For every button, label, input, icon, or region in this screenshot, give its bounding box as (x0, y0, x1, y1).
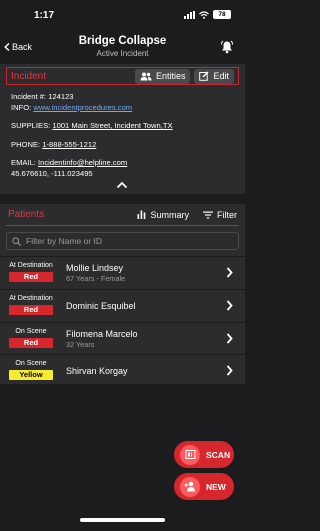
incident-details: Incident #: 124123 INFO: www.incidentpro… (0, 85, 245, 179)
incident-number-line: Incident #: 124123 (11, 92, 234, 103)
filter-icon (203, 211, 213, 218)
patient-detail: 67 Years - Female (66, 274, 126, 283)
email-label: EMAIL: (11, 158, 36, 167)
patient-name: Mollie Lindsey (66, 263, 124, 273)
entities-button[interactable]: Entities (134, 68, 191, 84)
triage-badge: Red (9, 272, 53, 282)
email-line: EMAIL: Incidentinfo@helpline.com (11, 158, 234, 169)
phone-line: PHONE: 1-888-555-1212 (11, 140, 234, 151)
patient-row[interactable]: At Destination Red Mollie Lindsey 67 Yea… (0, 256, 245, 288)
incident-card: Incident Entities Edit Incident #: 12412… (0, 64, 245, 194)
patient-row[interactable]: On Scene Red Filomena Marcelo 32 Years (0, 322, 245, 354)
edit-icon (199, 71, 209, 81)
new-label: NEW (206, 481, 226, 492)
triage-badge: Red (9, 338, 53, 348)
incident-header: Incident Entities Edit (6, 67, 239, 85)
patient-detail: 32 Years (66, 340, 95, 349)
supplies-label: SUPPLIES: (11, 121, 51, 130)
summary-button[interactable]: Summary (137, 210, 189, 220)
incident-section-label: Incident (11, 70, 47, 82)
patient-name: Filomena Marcelo (66, 329, 138, 339)
chevron-up-icon[interactable] (116, 181, 128, 189)
page-title: Bridge Collapse (78, 35, 167, 47)
patient-status: At Destination (9, 295, 53, 302)
triage-badge: Yellow (9, 370, 53, 380)
filter-label: Filter (217, 209, 237, 220)
incident-number-label: Incident #: (11, 92, 47, 101)
email-link[interactable]: Incidentinfo@helpline.com (38, 158, 127, 167)
incident-number: 124123 (48, 92, 74, 101)
battery-indicator: 78 (213, 10, 231, 19)
wifi-icon (199, 10, 209, 19)
patient-status: On Scene (15, 360, 47, 367)
edit-button[interactable]: Edit (194, 68, 234, 84)
nav-bar: Back Bridge Collapse Active Incident (0, 30, 245, 62)
scan-label: SCAN (206, 449, 231, 460)
incident-info-line: INFO: www.incidentprocedures.com (11, 103, 234, 114)
supplies-line: SUPPLIES: 1001 Main Street, Incident Tow… (11, 121, 234, 132)
status-icons: 78 (184, 10, 231, 19)
chevron-right-icon (226, 267, 233, 278)
phone-link[interactable]: 1-888-555-1212 (42, 140, 96, 149)
chevron-right-icon (226, 300, 233, 311)
signal-icon (184, 10, 195, 19)
page-subtitle: Active Incident (96, 49, 149, 58)
bell-alert-icon[interactable] (220, 40, 234, 54)
edit-label: Edit (213, 71, 229, 81)
patients-card: Patients Summary Filter Filter by Name o… (0, 204, 245, 384)
chevron-right-icon (226, 333, 233, 344)
home-indicator (80, 518, 165, 522)
search-input[interactable]: Filter by Name or ID (6, 232, 239, 250)
filter-button[interactable]: Filter (203, 210, 237, 220)
patient-name: Shirvan Korgay (66, 366, 128, 376)
patients-header: Patients Summary Filter (6, 204, 239, 226)
info-label: INFO: (11, 102, 32, 112)
new-patient-button[interactable]: NEW (174, 473, 234, 500)
patient-name: Dominic Esquibel (66, 301, 136, 311)
patient-status: On Scene (15, 328, 47, 335)
triage-badge: Red (9, 305, 53, 315)
entities-label: Entities (155, 71, 186, 81)
scan-button[interactable]: SCAN (174, 441, 234, 468)
add-person-icon (180, 476, 200, 497)
bar-chart-icon (137, 210, 146, 219)
chevron-right-icon (226, 365, 233, 376)
supplies-address-link[interactable]: 1001 Main Street, Incident Town,TX (52, 121, 172, 130)
info-link[interactable]: www.incidentprocedures.com (33, 103, 132, 112)
coordinates: 45.676610, -111.023495 (11, 168, 93, 178)
patient-row[interactable]: On Scene Yellow Shirvan Korgay (0, 354, 245, 386)
summary-label: Summary (150, 209, 189, 220)
people-icon (140, 72, 152, 80)
status-bar: 1:17 78 (0, 0, 245, 28)
scan-icon (180, 444, 200, 465)
search-icon (12, 236, 21, 246)
search-placeholder: Filter by Name or ID (26, 236, 103, 246)
patients-section-label: Patients (8, 209, 45, 220)
phone-label: PHONE: (11, 139, 41, 149)
status-time: 1:17 (34, 10, 55, 21)
patient-row[interactable]: At Destination Red Dominic Esquibel (0, 289, 245, 321)
patient-status: At Destination (9, 262, 53, 269)
